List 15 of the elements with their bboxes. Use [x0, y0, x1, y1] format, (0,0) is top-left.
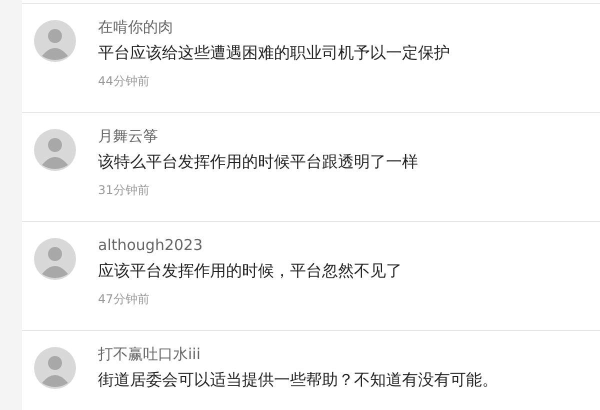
avatar-icon	[34, 347, 76, 389]
user-name[interactable]: 月舞云筝	[98, 125, 418, 147]
timestamp: 44分钟前	[98, 73, 150, 90]
comment-text: 街道居委会可以适当提供一些帮助？不知道有没有可能。	[98, 369, 498, 391]
avatar-icon	[34, 238, 76, 280]
avatar-icon	[34, 129, 76, 171]
timestamp: 47分钟前	[98, 291, 150, 308]
comment-text: 应该平台发挥作用的时候，平台忽然不见了	[98, 260, 402, 282]
comment-text: 该特么平台发挥作用的时候平台跟透明了一样	[98, 151, 418, 173]
comment-text: 平台应该给这些遭遇困难的职业司机予以一定保护	[98, 42, 450, 64]
avatar-icon	[34, 20, 76, 62]
user-name[interactable]: 打不赢吐口水iii	[98, 343, 498, 365]
user-name[interactable]: 在啃你的肉	[98, 16, 450, 38]
user-name[interactable]: although2023	[98, 234, 402, 256]
timestamp: 31分钟前	[98, 182, 150, 199]
